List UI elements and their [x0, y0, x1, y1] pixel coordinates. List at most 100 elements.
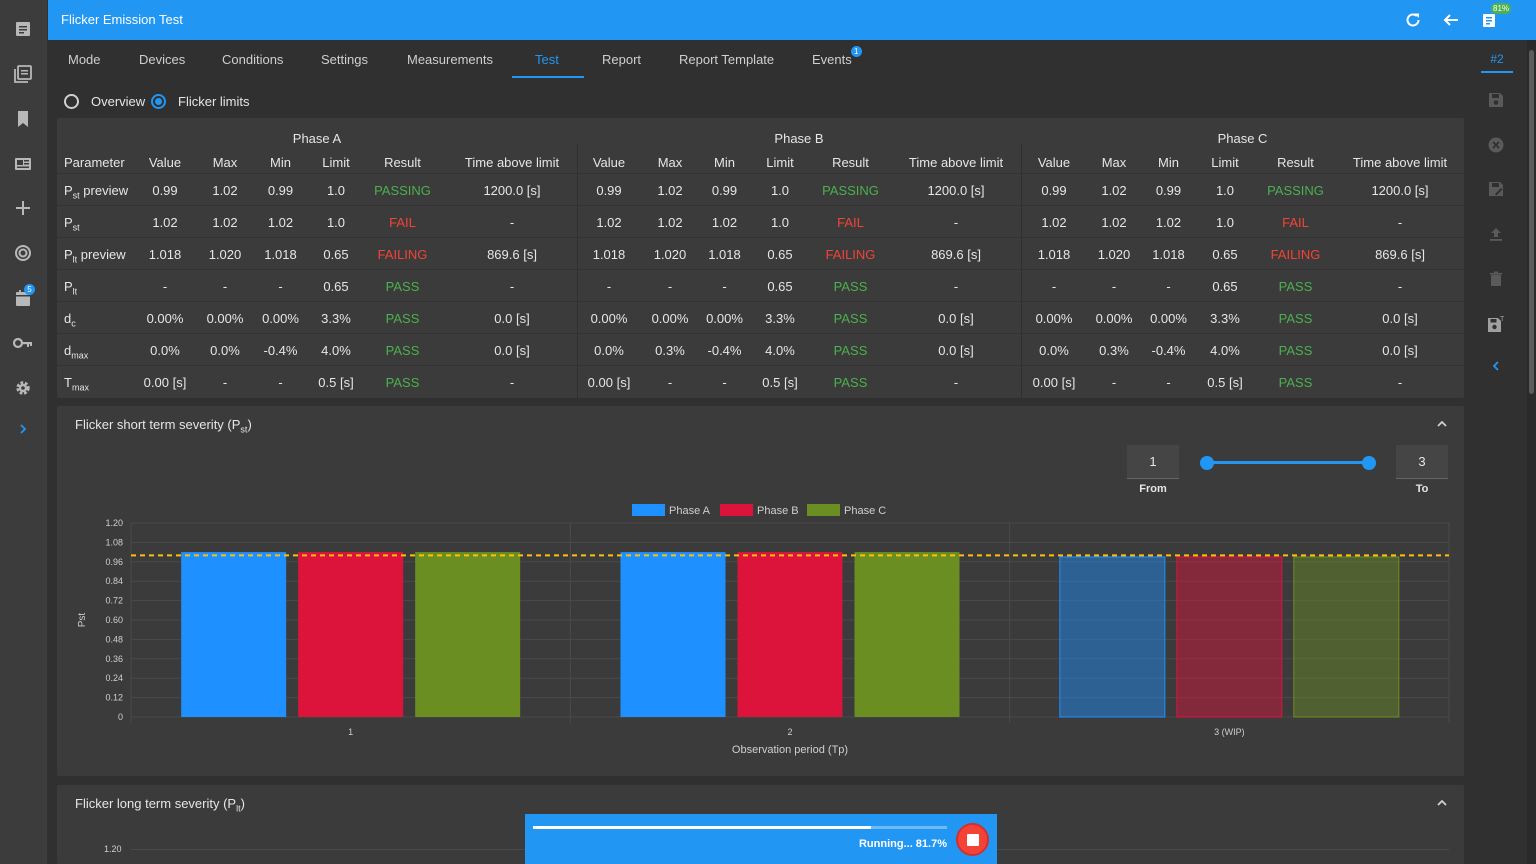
- library-icon[interactable]: [11, 62, 35, 86]
- result-status: PASS: [1278, 343, 1313, 358]
- save-icon[interactable]: [1484, 88, 1508, 112]
- y-tick-label: 0.12: [105, 693, 123, 703]
- main-tabs: Mode Devices Conditions Settings Measure…: [48, 40, 1465, 80]
- column-header: Time above limit: [464, 155, 560, 170]
- legend-swatch: [807, 504, 840, 516]
- target-icon[interactable]: [11, 241, 35, 265]
- app-title: Flicker Emission Test: [61, 12, 183, 27]
- table-cell: 0.0 [s]: [1382, 311, 1418, 326]
- svg-text:T: T: [1500, 316, 1505, 323]
- bar: [1059, 556, 1166, 718]
- save-as-icon[interactable]: T: [1484, 312, 1508, 336]
- y-tick-label: 0.48: [105, 634, 123, 644]
- tab-test[interactable]: Test: [535, 52, 559, 67]
- legend-swatch: [632, 504, 665, 516]
- table-cell: 0.0 [s]: [494, 343, 530, 358]
- chevron-right-icon[interactable]: [11, 417, 35, 441]
- result-status: PASS: [385, 375, 420, 390]
- result-status: FAIL: [389, 215, 416, 230]
- parameter-header: Parameter: [64, 155, 125, 170]
- tab-events-label: Events: [812, 52, 852, 67]
- scrollbar-thumb[interactable]: [1529, 50, 1534, 394]
- battery-icon[interactable]: 81%: [1478, 3, 1512, 31]
- table-row: Pst preview 0.99 1.02 0.99 1.0 PASSING 1200.0 …: [57, 173, 1464, 205]
- arrow-left-icon[interactable]: [1440, 9, 1462, 31]
- tab-events[interactable]: Events 1: [812, 46, 862, 67]
- bar: [1293, 556, 1400, 718]
- y-tick-label: 0.96: [105, 557, 123, 567]
- document-tab-2[interactable]: #2: [1481, 52, 1513, 66]
- tab-report[interactable]: Report: [602, 52, 641, 67]
- parameter-name: dc: [64, 311, 76, 329]
- result-status: PASS: [1278, 375, 1313, 390]
- table-cell: -: [509, 375, 515, 390]
- table-row: Plt preview 1.018 1.020 1.018 0.65 FAILING 869…: [57, 237, 1464, 269]
- y-tick-label: 1.08: [105, 537, 123, 547]
- table-cell: 1200.0 [s]: [1371, 183, 1429, 198]
- parameter-name: Plt: [64, 279, 77, 297]
- news-icon[interactable]: [11, 152, 35, 176]
- bookmark-icon[interactable]: [11, 107, 35, 131]
- result-status: PASSING: [374, 183, 431, 198]
- result-status: PASS: [385, 279, 420, 294]
- parameter-name: Tmax: [64, 375, 89, 393]
- table-cell: 869.6 [s]: [931, 247, 981, 262]
- result-status: PASSING: [1267, 183, 1324, 198]
- tab-measurements[interactable]: Measurements: [407, 52, 493, 67]
- bar: [181, 552, 287, 717]
- pst-bar-chart: Phase A Phase B Phase C 0 0.12 0.24 0.36 0.48 0.…: [77, 504, 1450, 756]
- stop-test-button[interactable]: [956, 823, 989, 856]
- y-tick-label: 0: [118, 712, 123, 722]
- result-status: FAIL: [837, 215, 864, 230]
- result-status: PASS: [833, 375, 868, 390]
- overview-radio[interactable]: Overview: [64, 94, 145, 109]
- bar: [1176, 556, 1283, 718]
- table-cell: 869.6 [s]: [1375, 247, 1425, 262]
- bar: [854, 552, 960, 717]
- tab-settings[interactable]: Settings: [321, 52, 368, 67]
- flicker-limits-radio[interactable]: Flicker limits: [151, 94, 250, 109]
- table-cell: 1200.0 [s]: [927, 183, 985, 198]
- gear-icon[interactable]: [11, 376, 35, 400]
- tab-report-template[interactable]: Report Template: [679, 52, 774, 67]
- tab-devices[interactable]: Devices: [139, 52, 185, 67]
- result-status: PASS: [1278, 279, 1313, 294]
- bar: [298, 552, 404, 717]
- table-cell: 0.0 [s]: [938, 311, 974, 326]
- parameter-symbol: P: [64, 279, 73, 294]
- legend-label: Phase C: [844, 505, 886, 517]
- y-tick-label: 0.24: [105, 673, 123, 683]
- close-circle-icon[interactable]: [1484, 133, 1508, 157]
- key-icon[interactable]: [11, 331, 35, 355]
- column-header: Result: [832, 155, 869, 170]
- trash-icon[interactable]: [1484, 267, 1508, 291]
- legend-label: Phase A: [669, 505, 711, 517]
- plt-title-end: ): [240, 796, 245, 811]
- plus-icon[interactable]: [11, 196, 35, 220]
- column-header: Result: [384, 155, 421, 170]
- tab-mode[interactable]: Mode: [68, 52, 101, 67]
- table-cell: 869.6 [s]: [487, 247, 537, 262]
- parameter-subscript: c: [71, 318, 76, 329]
- table-cell: -: [1397, 279, 1403, 294]
- parameter-subscript: max: [71, 382, 89, 393]
- result-status: PASS: [1278, 311, 1313, 326]
- progress-fill: [533, 826, 872, 829]
- pst-chart-card: Flicker short term severity (Pst) 1 From…: [57, 406, 1464, 776]
- calendar-icon[interactable]: 5: [11, 284, 35, 310]
- result-status: FAILING: [1270, 247, 1321, 262]
- upload-icon[interactable]: [1484, 222, 1508, 246]
- bar: [620, 552, 726, 717]
- tab-conditions[interactable]: Conditions: [222, 52, 283, 67]
- save-edit-icon[interactable]: [1484, 177, 1508, 201]
- vertical-scrollbar[interactable]: [1527, 40, 1536, 864]
- phase-header: Phase C: [1217, 131, 1268, 146]
- table-row: dmax 0.0% 0.0% -0.4% 4.0% PASS 0.0 [s] 0.0% 0.3%…: [57, 333, 1464, 365]
- document-icon[interactable]: [11, 17, 35, 41]
- refresh-icon[interactable]: [1402, 9, 1424, 31]
- chevron-left-icon[interactable]: [1484, 354, 1508, 378]
- result-status: FAIL: [1282, 215, 1309, 230]
- table-cell: 0.0 [s]: [1382, 343, 1418, 358]
- chevron-up-icon[interactable]: [1434, 795, 1450, 811]
- legend-label: Phase B: [757, 505, 799, 517]
